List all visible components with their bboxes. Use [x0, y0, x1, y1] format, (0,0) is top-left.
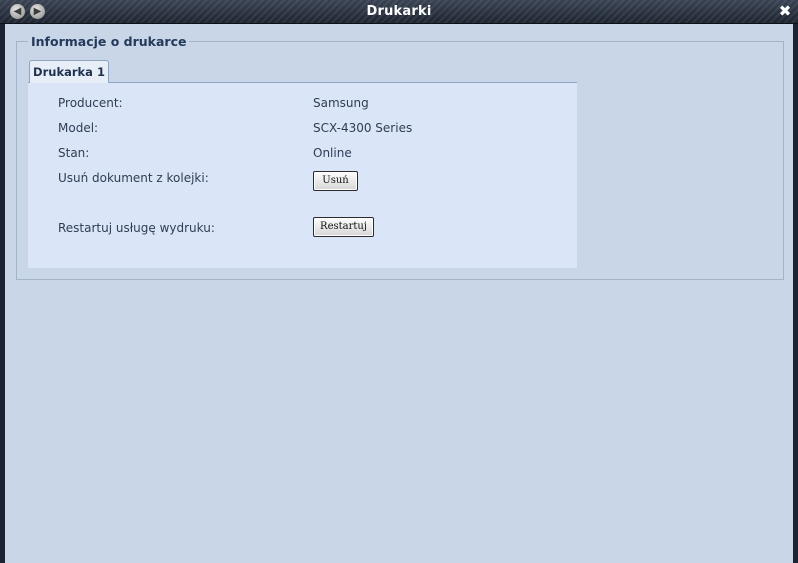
manufacturer-label: Producent:: [58, 96, 123, 110]
remove-document-button[interactable]: Usuń: [313, 171, 358, 191]
close-icon[interactable]: ✖: [778, 3, 792, 19]
manufacturer-value: Samsung: [313, 96, 369, 110]
remove-document-label: Usuń dokument z kolejki:: [58, 171, 209, 185]
status-value: Online: [313, 146, 352, 160]
window-title: Drukarki: [366, 4, 432, 19]
restart-service-button[interactable]: Restartuj: [313, 217, 374, 237]
restart-service-label: Restartuj usługę wydruku:: [58, 221, 215, 235]
tab-printer-1[interactable]: Drukarka 1: [29, 60, 109, 83]
title-bar: ◀ ▶ Drukarki ✖: [0, 0, 798, 24]
model-value: SCX-4300 Series: [313, 121, 413, 135]
status-label: Stan:: [58, 146, 90, 160]
printer-info-legend: Informacje o drukarce: [28, 34, 190, 49]
model-label: Model:: [58, 121, 99, 135]
